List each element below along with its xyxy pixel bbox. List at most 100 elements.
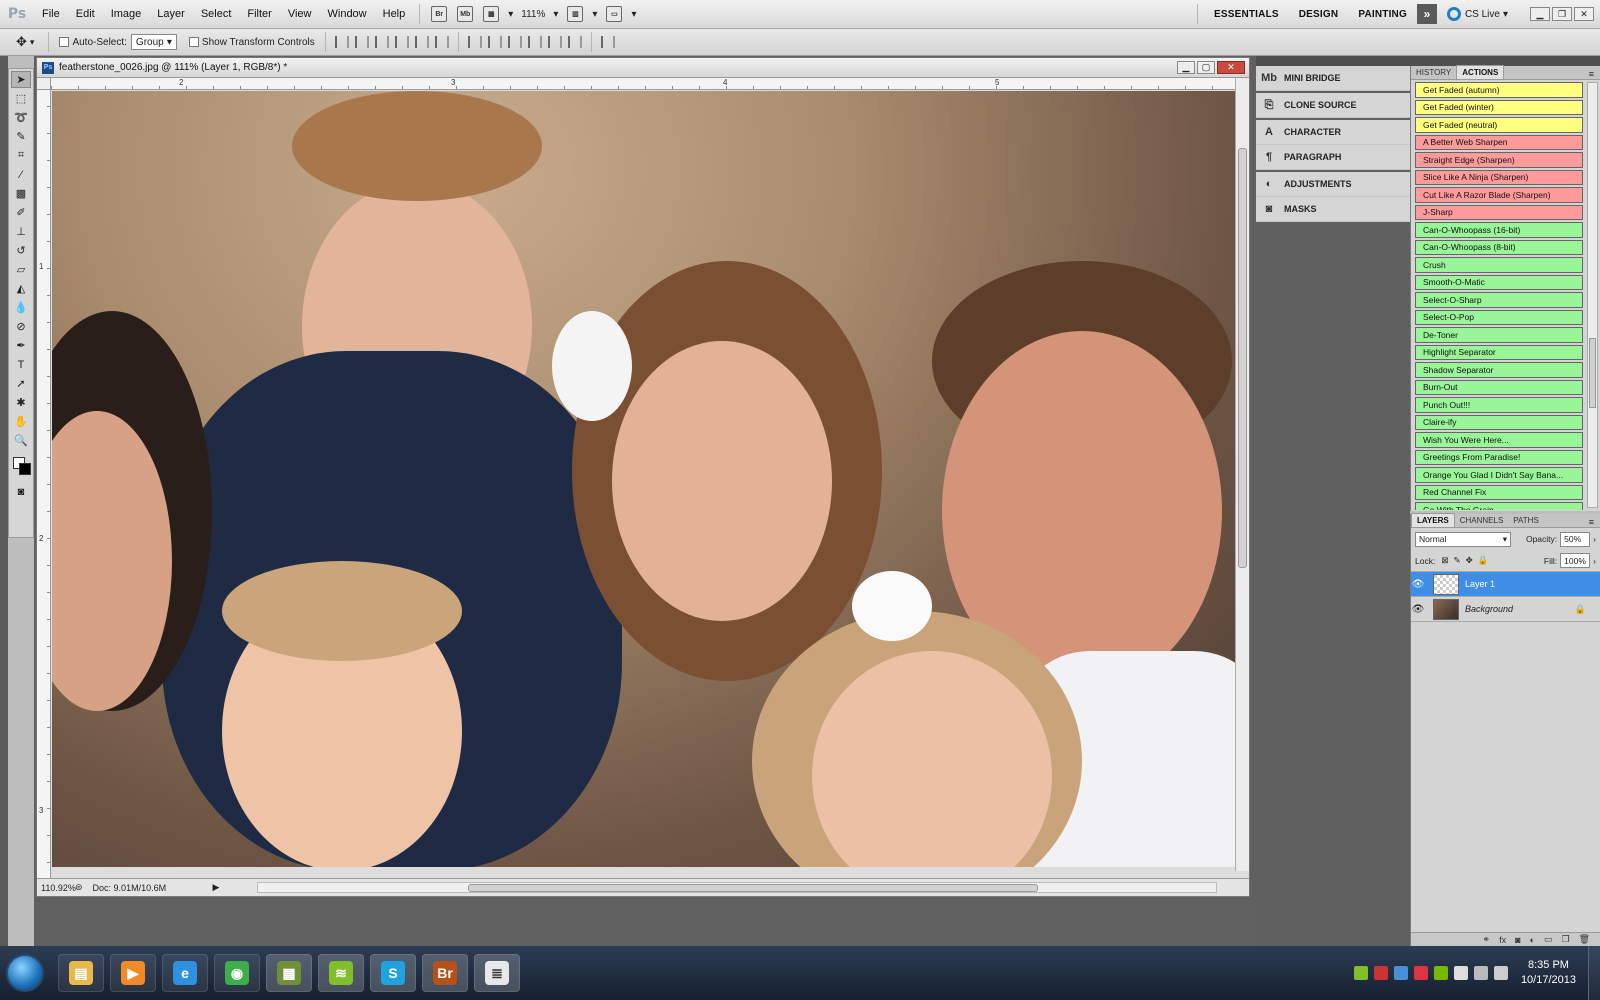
dodge-tool-icon[interactable]: ⊘: [11, 318, 31, 335]
eye-icon[interactable]: 👁: [1411, 579, 1425, 590]
menu-layer[interactable]: Layer: [149, 8, 193, 20]
distribute-bottom-icon[interactable]: [507, 36, 522, 48]
panel-button-paragraph[interactable]: ¶ PARAGRAPH: [1256, 145, 1410, 170]
doc-minimize-button[interactable]: ▁: [1177, 61, 1195, 74]
panel-button-mini-bridge[interactable]: Mb MINI BRIDGE: [1256, 66, 1410, 91]
panel-menu-icon[interactable]: ≡: [1589, 69, 1594, 79]
taskbar-app-minecraft[interactable]: ▦: [266, 954, 312, 992]
panel-button-masks[interactable]: ◙ MASKS: [1256, 197, 1410, 222]
auto-select-checkbox[interactable]: Auto-Select:: [59, 37, 127, 48]
chevron-down-icon[interactable]: ▾: [508, 9, 513, 20]
color-swatches[interactable]: [11, 451, 31, 481]
hand-tool-icon[interactable]: ✋: [11, 413, 31, 430]
action-button[interactable]: Burn-Out: [1415, 379, 1583, 395]
tray-app-icon[interactable]: [1393, 966, 1408, 980]
screen-mode-button[interactable]: ▭: [606, 6, 623, 22]
horizontal-scrollbar[interactable]: [257, 882, 1217, 893]
action-button[interactable]: Select-O-Sharp: [1415, 292, 1583, 308]
action-button[interactable]: Highlight Separator: [1415, 344, 1583, 360]
bridge-button[interactable]: Br: [431, 6, 448, 22]
action-button[interactable]: Crush: [1415, 257, 1583, 273]
show-desktop-button[interactable]: [1588, 946, 1600, 1000]
ruler-horizontal[interactable]: 2 3 4 5: [51, 78, 1235, 90]
tray-app-icon[interactable]: [1373, 966, 1388, 980]
show-transform-checkbox[interactable]: Show Transform Controls: [188, 37, 315, 48]
checkbox-box[interactable]: [59, 37, 70, 47]
layer-name[interactable]: Layer 1: [1465, 579, 1495, 589]
action-button[interactable]: A Better Web Sharpen: [1415, 134, 1583, 150]
lock-position-icon[interactable]: ✥: [1466, 555, 1473, 566]
action-button[interactable]: Greetings From Paradise!: [1415, 449, 1583, 465]
nvidia-tray-icon[interactable]: [1433, 966, 1448, 980]
action-button[interactable]: Smooth-O-Matic: [1415, 274, 1583, 290]
layer-style-icon[interactable]: fx: [1499, 935, 1506, 945]
move-tool-icon[interactable]: ➤: [11, 71, 31, 88]
menu-help[interactable]: Help: [375, 8, 414, 20]
clone-stamp-tool-icon[interactable]: ⊥: [11, 223, 31, 240]
panel-button-adjustments[interactable]: ◐ ADJUSTMENTS: [1256, 172, 1410, 197]
action-button[interactable]: Wish You Were Here...: [1415, 432, 1583, 448]
doc-close-button[interactable]: ✕: [1217, 61, 1245, 74]
taskbar-app-spotify[interactable]: ≋: [318, 954, 364, 992]
taskbar-clock[interactable]: 8:35 PM 10/17/2013: [1521, 958, 1576, 988]
add-mask-icon[interactable]: ◙: [1515, 935, 1520, 945]
background-color-swatch[interactable]: [19, 463, 31, 475]
zoom-field[interactable]: 110.92%: [37, 883, 76, 893]
ruler-vertical[interactable]: 1 2 3: [37, 90, 51, 890]
align-hcenter-icon[interactable]: [414, 36, 429, 48]
auto-select-dropdown[interactable]: Group ▾: [130, 34, 177, 50]
zoom-level-menu[interactable]: 111%: [521, 9, 545, 20]
distribute-vcenter-icon[interactable]: [487, 36, 502, 48]
spotify-tray-icon[interactable]: [1353, 966, 1368, 980]
panel-menu-icon[interactable]: ≡: [1589, 517, 1594, 527]
horizontal-scroll-thumb[interactable]: [468, 884, 1038, 892]
quick-mask-icon[interactable]: ◙: [11, 483, 31, 500]
distribute-hcenter-icon[interactable]: [547, 36, 562, 48]
doc-maximize-button[interactable]: ▢: [1197, 61, 1215, 74]
actions-scrollbar[interactable]: [1587, 82, 1598, 508]
action-button[interactable]: Get Faded (winter): [1415, 99, 1583, 115]
minimize-button[interactable]: ▁: [1530, 7, 1550, 21]
align-vcenter-icon[interactable]: [354, 36, 369, 48]
chevron-right-icon[interactable]: ›: [1593, 556, 1596, 566]
workspace-design[interactable]: DESIGN: [1289, 9, 1349, 20]
lock-all-icon[interactable]: 🔒: [1478, 555, 1489, 566]
action-button[interactable]: Get Faded (autumn): [1415, 82, 1583, 98]
action-button[interactable]: Punch Out!!!: [1415, 397, 1583, 413]
healing-brush-tool-icon[interactable]: ▩: [11, 185, 31, 202]
type-tool-icon[interactable]: T: [11, 356, 31, 373]
restore-button[interactable]: ❐: [1552, 7, 1572, 21]
taskbar-app-internet-explorer[interactable]: e: [162, 954, 208, 992]
vertical-scrollbar[interactable]: [1235, 78, 1249, 871]
distribute-right-icon[interactable]: [567, 36, 582, 48]
fill-field[interactable]: 100%: [1560, 553, 1591, 568]
tab-paths[interactable]: PATHS: [1508, 514, 1543, 527]
action-button[interactable]: Cut Like A Razor Blade (Sharpen): [1415, 187, 1583, 203]
action-button[interactable]: J-Sharp: [1415, 204, 1583, 220]
action-button[interactable]: Orange You Glad I Didn't Say Bana...: [1415, 467, 1583, 483]
paint-bucket-tool-icon[interactable]: ◭: [11, 280, 31, 297]
vertical-scroll-thumb[interactable]: [1238, 148, 1247, 568]
eyedropper-tool-icon[interactable]: ⁄: [11, 166, 31, 183]
view-extras-button[interactable]: ▦: [483, 6, 500, 22]
arrange-documents-button[interactable]: ▥: [567, 6, 584, 22]
shape-tool-icon[interactable]: ✱: [11, 394, 31, 411]
blur-tool-icon[interactable]: 💧: [11, 299, 31, 316]
flag-icon[interactable]: [1453, 966, 1468, 980]
menu-filter[interactable]: Filter: [239, 8, 279, 20]
quick-select-tool-icon[interactable]: ✎: [11, 128, 31, 145]
checkbox-box[interactable]: [188, 37, 199, 47]
layer-name[interactable]: Background: [1465, 604, 1513, 614]
panel-button-clone-source[interactable]: ⎘ CLONE SOURCE: [1256, 93, 1410, 118]
distribute-left-icon[interactable]: [527, 36, 542, 48]
chevron-right-icon[interactable]: ›: [1593, 534, 1596, 544]
info-icon[interactable]: ⊜: [75, 882, 83, 893]
align-right-icon[interactable]: [434, 36, 449, 48]
close-button[interactable]: ✕: [1574, 7, 1594, 21]
taskbar-app-explorer[interactable]: ▤: [58, 954, 104, 992]
delete-layer-icon[interactable]: 🗑: [1579, 934, 1590, 945]
tab-actions[interactable]: ACTIONS: [1456, 65, 1505, 79]
new-group-icon[interactable]: ▭: [1544, 934, 1553, 945]
taskbar-app-notepad[interactable]: ≣: [474, 954, 520, 992]
workspace-painting[interactable]: PAINTING: [1348, 9, 1417, 20]
